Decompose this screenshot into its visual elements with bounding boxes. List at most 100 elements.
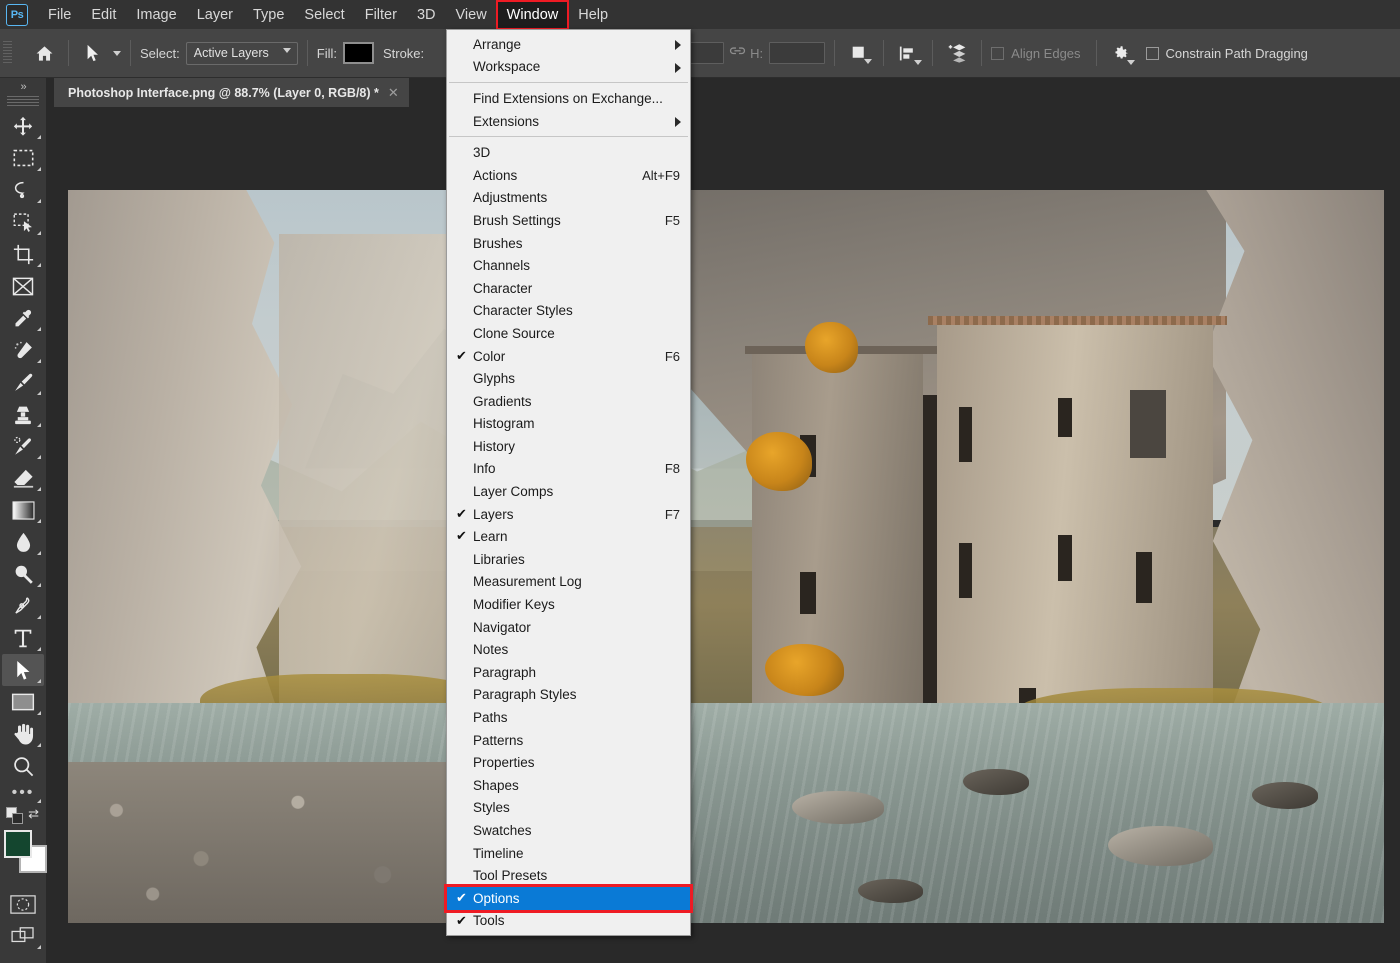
home-icon[interactable]	[29, 38, 59, 68]
menu-item-libraries[interactable]: Libraries	[447, 548, 690, 571]
history-brush-tool[interactable]	[2, 430, 44, 462]
collapse-panel-icon[interactable]: »	[0, 78, 46, 96]
quick-mask-icon[interactable]	[2, 888, 44, 920]
hand-tool[interactable]	[2, 718, 44, 750]
menu-item-workspace[interactable]: Workspace	[447, 56, 690, 79]
rectangle-tool[interactable]	[2, 686, 44, 718]
path-arrangement-icon[interactable]	[942, 38, 972, 68]
screen-mode-icon[interactable]	[2, 920, 44, 952]
menu-item-tools[interactable]: ✔ Tools	[447, 910, 690, 933]
select-dropdown[interactable]: Active Layers	[185, 41, 298, 67]
tool-flyout-indicator-icon[interactable]	[37, 519, 41, 523]
tool-flyout-indicator-icon[interactable]	[37, 615, 41, 619]
path-selection-icon[interactable]	[78, 38, 108, 68]
menubar-item-select[interactable]: Select	[295, 2, 353, 28]
menu-item-measurement-log[interactable]: Measurement Log	[447, 571, 690, 594]
swap-colors-icon[interactable]: ⇄	[28, 806, 39, 822]
menu-item-channels[interactable]: Channels	[447, 254, 690, 277]
tool-flyout-indicator-icon[interactable]	[37, 679, 41, 683]
move-tool[interactable]	[2, 110, 44, 142]
tool-flyout-indicator-icon[interactable]	[37, 455, 41, 459]
default-colors-icon-back[interactable]	[12, 813, 23, 824]
menu-item-notes[interactable]: Notes	[447, 638, 690, 661]
pen-tool[interactable]	[2, 590, 44, 622]
dodge-tool[interactable]	[2, 558, 44, 590]
constrain-path-dragging-checkbox[interactable]	[1145, 46, 1159, 60]
tool-flyout-indicator-icon[interactable]	[37, 167, 41, 171]
canvas-area[interactable]	[46, 107, 1400, 963]
tool-flyout-indicator-icon[interactable]	[37, 199, 41, 203]
artboard[interactable]	[68, 190, 1384, 923]
menu-item-paths[interactable]: Paths	[447, 706, 690, 729]
menu-item-history[interactable]: History	[447, 435, 690, 458]
zoom-tool[interactable]	[2, 750, 44, 782]
menu-item-modifier-keys[interactable]: Modifier Keys	[447, 593, 690, 616]
tools-panel-grip[interactable]	[7, 96, 39, 108]
eyedropper-tool[interactable]	[2, 302, 44, 334]
menu-item-arrange[interactable]: Arrange	[447, 33, 690, 56]
menubar-item-window[interactable]: Window	[495, 0, 570, 30]
window-menu-dropdown[interactable]: Arrange Workspace Find Extensions on Excha…	[444, 29, 693, 937]
tool-flyout-indicator-icon[interactable]	[37, 391, 41, 395]
menu-item-info[interactable]: Info F8	[447, 458, 690, 481]
menu-item-actions[interactable]: Actions Alt+F9	[447, 164, 690, 187]
menu-item-brushes[interactable]: Brushes	[447, 232, 690, 255]
frame-tool[interactable]	[2, 270, 44, 302]
menu-item-patterns[interactable]: Patterns	[447, 729, 690, 752]
menu-item-options[interactable]: ✔ Options	[444, 884, 693, 913]
close-icon[interactable]: ✕	[388, 85, 399, 101]
fill-color-swatch[interactable]	[342, 42, 374, 64]
more-tools-icon[interactable]: •••	[2, 782, 44, 804]
menubar-item-edit[interactable]: Edit	[82, 2, 125, 28]
menubar-item-filter[interactable]: Filter	[356, 2, 406, 28]
crop-tool[interactable]	[2, 238, 44, 270]
menu-item-timeline[interactable]: Timeline	[447, 842, 690, 865]
menu-item-styles[interactable]: Styles	[447, 797, 690, 820]
menu-item-histogram[interactable]: Histogram	[447, 413, 690, 436]
menu-item-adjustments[interactable]: Adjustments	[447, 187, 690, 210]
menu-item-extensions[interactable]: Extensions	[447, 110, 690, 133]
menu-item-layers[interactable]: ✔ Layers F7	[447, 503, 690, 526]
gear-icon[interactable]	[1106, 38, 1136, 68]
tool-flyout-indicator-icon[interactable]	[37, 135, 41, 139]
link-icon[interactable]	[724, 38, 750, 68]
tool-flyout-indicator-icon[interactable]	[37, 551, 41, 555]
tool-flyout-indicator-icon[interactable]	[37, 423, 41, 427]
menubar-item-3d[interactable]: 3D	[408, 2, 445, 28]
rectangular-marquee-tool[interactable]	[2, 142, 44, 174]
menu-item-glyphs[interactable]: Glyphs	[447, 367, 690, 390]
menu-item-3d[interactable]: 3D	[447, 141, 690, 164]
lasso-tool[interactable]	[2, 174, 44, 206]
menu-item-properties[interactable]: Properties	[447, 751, 690, 774]
tool-flyout-indicator-icon[interactable]	[37, 711, 41, 715]
menu-item-paragraph[interactable]: Paragraph	[447, 661, 690, 684]
type-tool[interactable]	[2, 622, 44, 654]
menubar-item-type[interactable]: Type	[244, 2, 293, 28]
options-bar-grip[interactable]	[3, 41, 12, 65]
menu-item-character[interactable]: Character	[447, 277, 690, 300]
menubar-item-file[interactable]: File	[39, 2, 80, 28]
menu-item-shapes[interactable]: Shapes	[447, 774, 690, 797]
gradient-tool[interactable]	[2, 494, 44, 526]
menu-item-learn[interactable]: ✔ Learn	[447, 525, 690, 548]
tool-flyout-indicator-icon[interactable]	[37, 583, 41, 587]
spot-healing-brush-tool[interactable]	[2, 334, 44, 366]
object-selection-tool[interactable]	[2, 206, 44, 238]
brush-tool[interactable]	[2, 366, 44, 398]
clone-stamp-tool[interactable]	[2, 398, 44, 430]
tool-preset-chevron-down-icon[interactable]	[113, 50, 121, 56]
menu-item-brush-settings[interactable]: Brush Settings F5	[447, 209, 690, 232]
menubar-item-image[interactable]: Image	[127, 2, 185, 28]
foreground-color-swatch[interactable]	[4, 830, 32, 858]
menu-item-color[interactable]: ✔ Color F6	[447, 345, 690, 368]
menu-item-clone-source[interactable]: Clone Source	[447, 322, 690, 345]
menu-item-gradients[interactable]: Gradients	[447, 390, 690, 413]
tool-flyout-indicator-icon[interactable]	[37, 231, 41, 235]
menu-item-swatches[interactable]: Swatches	[447, 819, 690, 842]
align-edges-checkbox[interactable]	[991, 46, 1005, 60]
tool-flyout-indicator-icon[interactable]	[37, 647, 41, 651]
menu-item-navigator[interactable]: Navigator	[447, 616, 690, 639]
document-tab[interactable]: Photoshop Interface.png @ 88.7% (Layer 0…	[54, 78, 409, 107]
menu-item-find-extensions-on-exchange[interactable]: Find Extensions on Exchange...	[447, 87, 690, 110]
menu-item-paragraph-styles[interactable]: Paragraph Styles	[447, 684, 690, 707]
